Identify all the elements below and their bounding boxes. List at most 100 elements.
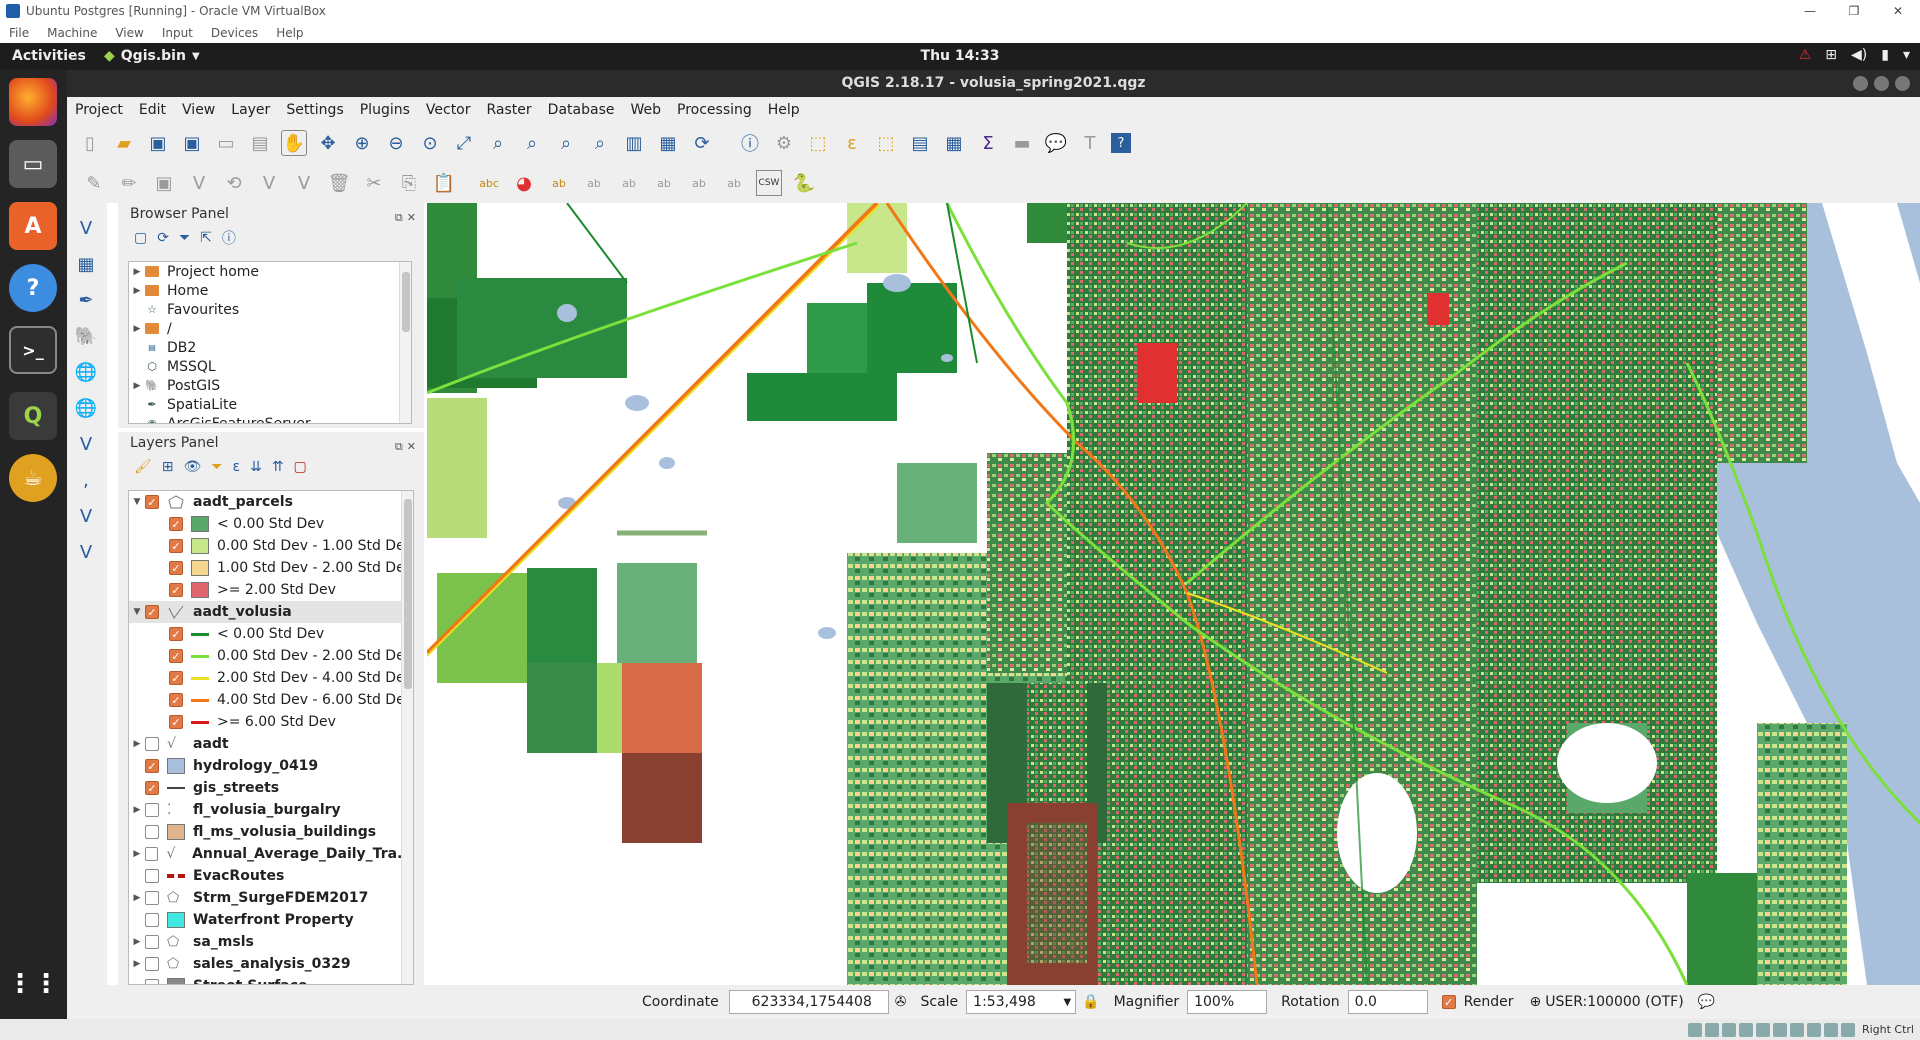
class-checkbox[interactable]: ✓ [169,561,183,575]
system-tray[interactable]: ⚠ ⊞ ◀) ▮ ▾ [1799,47,1910,63]
class-checkbox[interactable]: ✓ [169,627,183,641]
files-icon[interactable]: ▭ [9,140,57,188]
browser-item-mssql[interactable]: ⬡ MSSQL [129,357,411,376]
new-print-composer-icon[interactable]: ▭ [213,130,239,156]
browser-item-home[interactable]: ▶ Home [129,281,411,300]
vbox-menu-help[interactable]: Help [267,26,312,40]
layer-diagram-icon[interactable]: ab [546,170,572,196]
action-icon[interactable]: ⚙ [771,130,797,156]
save-project-icon[interactable]: ▣ [145,130,171,156]
cut-features-icon[interactable]: ✂ [361,170,387,196]
toggle-editing-icon[interactable]: ✏ [116,170,142,196]
delete-selected-icon[interactable]: 🗑 [326,170,352,196]
magnifier-spinbox[interactable]: 100% [1187,990,1268,1014]
panel-float-close-icon[interactable]: ⧉✕ [395,436,420,458]
pan-to-selection-icon[interactable]: ✥ [315,130,341,156]
menu-layer[interactable]: Layer [223,102,278,118]
lock-scale-icon[interactable]: 🔒 [1082,994,1099,1010]
collapse-all-icon[interactable]: ⇈ [272,459,284,475]
usb-icon[interactable] [1755,1022,1770,1037]
layer-row[interactable]: ▶ ⬠ sa_msls [129,931,413,953]
layer-row[interactable]: ▶ ⁚ fl_volusia_burgalry [129,799,413,821]
class-checkbox[interactable]: ✓ [169,649,183,663]
class-checkbox[interactable]: ✓ [169,671,183,685]
current-edits-icon[interactable]: ✎ [81,170,107,196]
layer-row[interactable]: ▶ √ aadt [129,733,413,755]
zoom-last-icon[interactable]: ⌕ [553,130,579,156]
vbox-menu-machine[interactable]: Machine [38,26,106,40]
layer-labeling-icon[interactable]: ◕ [511,170,537,196]
legend-class-volusia-2[interactable]: ✓ 2.00 Std Dev - 4.00 Std Dev [129,667,413,689]
legend-class-volusia-1[interactable]: ✓ 0.00 Std Dev - 2.00 Std Dev [129,645,413,667]
chevron-down-icon[interactable]: ▾ [1903,47,1910,63]
recording-icon[interactable] [1806,1022,1821,1037]
zoom-native-icon[interactable]: ⊙ [417,130,443,156]
layer-row[interactable]: ▶ ⬠ Strm_SurgeFDEM2017 [129,887,413,909]
measure-icon[interactable]: ▬ [1009,130,1035,156]
mouse-integration-icon[interactable] [1840,1022,1855,1037]
new-project-icon[interactable]: ▯ [77,130,103,156]
visibility-icon[interactable]: 👁 [184,459,202,475]
panel-float-close-icon[interactable]: ⧉✕ [395,207,420,229]
map-tips-icon[interactable]: 💬 [1043,130,1069,156]
python-console-icon[interactable]: 🐍 [791,170,817,196]
add-vector-layer-icon[interactable]: V [73,215,99,241]
close-icon[interactable]: ✕ [1876,0,1920,22]
browser-tree[interactable]: ▶ Project home ▶ Home ☆ Favourites ▶ / ▤ DB2 … [128,261,412,424]
pan-icon[interactable]: ✋ [281,130,307,156]
show-hide-labels-icon[interactable]: ab [616,170,642,196]
menu-plugins[interactable]: Plugins [352,102,418,118]
rotate-label-icon[interactable]: ab [686,170,712,196]
add-spatialite-layer-icon[interactable]: ✒ [73,287,99,313]
layer-visibility-checkbox[interactable]: ✓ [145,495,159,509]
crs-icon[interactable]: ⊕ [1530,994,1542,1010]
add-postgis-layer-icon[interactable]: 🐘 [73,323,99,349]
minimize-icon[interactable] [1853,76,1868,91]
zoom-next-icon[interactable]: ⌕ [587,130,613,156]
clock[interactable]: Thu 14:33 [0,48,1920,64]
class-checkbox[interactable]: ✓ [169,539,183,553]
zoom-in-icon[interactable]: ⊕ [349,130,375,156]
layer-visibility-checkbox[interactable] [145,737,159,751]
layer-row[interactable]: fl_ms_volusia_buildings [129,821,413,843]
legend-class-volusia-0[interactable]: ✓ < 0.00 Std Dev [129,623,413,645]
firefox-icon[interactable] [9,78,57,126]
menu-help[interactable]: Help [760,102,808,118]
terminal-icon[interactable]: >_ [9,326,57,374]
hdd-icon[interactable] [1687,1022,1702,1037]
layer-row[interactable]: ▶ √ Annual_Average_Daily_Tra... [129,843,413,865]
vbox-menu-input[interactable]: Input [153,26,202,40]
layer-visibility-checkbox[interactable]: ✓ [145,605,159,619]
move-label-icon[interactable]: ab [651,170,677,196]
layer-visibility-checkbox[interactable]: ✓ [145,781,159,795]
legend-class-parcels-2[interactable]: ✓ 1.00 Std Dev - 2.00 Std Dev [129,557,413,579]
legend-class-volusia-3[interactable]: ✓ 4.00 Std Dev - 6.00 Std Dev [129,689,413,711]
paste-features-icon[interactable]: 📋 [431,170,457,196]
cpu-icon[interactable] [1823,1022,1838,1037]
add-selected-layers-icon[interactable]: ▢ [134,230,147,246]
help-icon[interactable]: ? [9,264,57,312]
filter-icon[interactable]: ⏷ [179,230,190,246]
legend-class-parcels-1[interactable]: ✓ 0.00 Std Dev - 1.00 Std Dev [129,535,413,557]
class-checkbox[interactable]: ✓ [169,517,183,531]
layer-visibility-checkbox[interactable]: ✓ [145,759,159,773]
refresh-icon[interactable]: ⟳ [689,130,715,156]
layer-visibility-checkbox[interactable] [145,825,159,839]
network-icon[interactable] [1738,1022,1753,1037]
layer-row[interactable]: ▶ ⬠ sales_analysis_0329 [129,953,413,975]
maximize-icon[interactable] [1874,76,1889,91]
text-annotation-icon[interactable]: T [1077,130,1103,156]
collapse-all-icon[interactable]: ⇱ [200,230,212,246]
change-label-icon[interactable]: ab [721,170,747,196]
add-virtual-layer-icon[interactable]: V [73,503,99,529]
save-edits-icon[interactable]: ▣ [151,170,177,196]
layer-aadt-parcels[interactable]: ▼ ✓ aadt_parcels [129,491,413,513]
statistics-icon[interactable]: Σ [975,130,1001,156]
identify-icon[interactable]: ⓘ [737,130,763,156]
legend-class-parcels-3[interactable]: ✓ >= 2.00 Std Dev [129,579,413,601]
class-checkbox[interactable]: ✓ [169,583,183,597]
warning-icon[interactable]: ⚠ [1799,47,1812,63]
new-map-view-icon[interactable]: ▥ [621,130,647,156]
browser-item-root[interactable]: ▶ / [129,319,411,338]
restore-icon[interactable]: ❐ [1832,0,1876,22]
